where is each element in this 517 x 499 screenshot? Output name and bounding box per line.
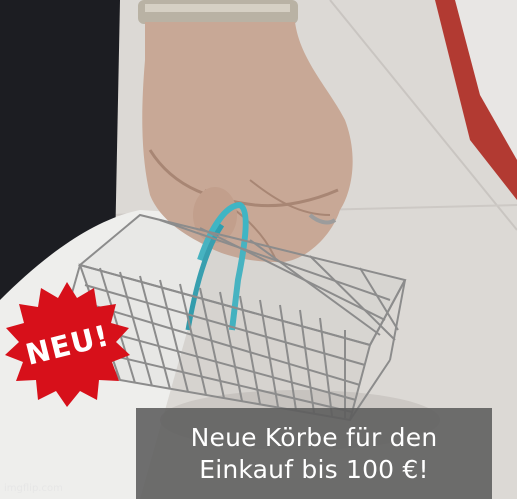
watch-band-shine [145, 4, 290, 12]
caption-box: Neue Körbe für den Einkauf bis 100 €! [136, 408, 492, 499]
meme-image: NEU! Neue Körbe für den Einkauf bis 100 … [0, 0, 517, 499]
badge-label: NEU! [22, 318, 113, 372]
badge-label-wrap: NEU! [0, 280, 135, 410]
watermark: imgflip.com [4, 483, 63, 494]
caption-line-1: Neue Körbe für den [190, 422, 438, 452]
caption-line-2: Einkauf bis 100 €! [199, 454, 429, 484]
